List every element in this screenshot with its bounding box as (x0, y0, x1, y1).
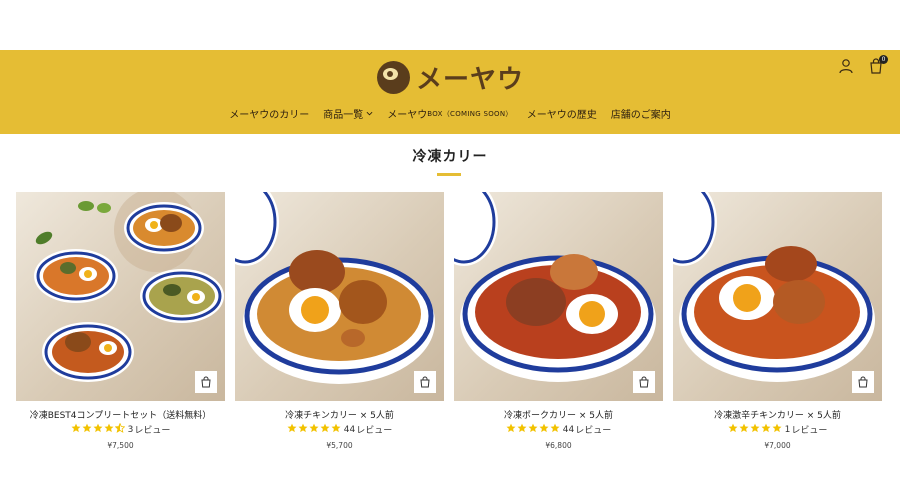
product-card[interactable]: 冷凍チキンカリー × 5人前 44 レビュー ¥5,700 (235, 192, 444, 450)
nav-item-label: 商品一覧 (323, 110, 364, 121)
main-nav: メーヤウのカリー 商品一覧 メーヤウ BOX（COMING SOON） メーヤウの… (0, 106, 900, 122)
product-price: ¥7,500 (107, 441, 134, 450)
product-name[interactable]: 冷凍激辛チキンカリー × 5人前 (673, 408, 882, 421)
star-icon (309, 423, 319, 436)
cart-count-badge: 0 (879, 55, 888, 64)
quick-add-button[interactable] (195, 371, 217, 393)
add-to-cart-icon (420, 376, 430, 388)
add-to-cart-icon (858, 376, 868, 388)
product-price: ¥7,000 (764, 441, 791, 450)
review-count: 3 (127, 424, 134, 435)
review-count: 44 (562, 424, 575, 435)
nav-item-label: メーヤウの歴史 (526, 110, 597, 121)
star-icon (298, 423, 308, 436)
star-icon (331, 423, 341, 436)
star-icon (750, 423, 760, 436)
star-icon (528, 423, 538, 436)
product-rating: 44 レビュー (454, 423, 663, 436)
cart-icon[interactable]: 0 (868, 55, 888, 74)
nav-item-label: メーヤウのカリー (229, 110, 310, 121)
star-icon (320, 423, 330, 436)
product-rating: 44 レビュー (235, 423, 444, 436)
review-count: 44 (343, 424, 356, 435)
product-rating: 1 レビュー (673, 423, 882, 436)
add-to-cart-icon (201, 376, 211, 388)
site-header: メーヤウ 0 メーヤウのカリー 商品一覧 メーヤウ BOX（COMING SOO… (0, 50, 900, 134)
product-card[interactable]: 冷凍激辛チキンカリー × 5人前 1 レビュー ¥7,000 (673, 192, 882, 450)
product-name[interactable]: 冷凍チキンカリー × 5人前 (235, 408, 444, 421)
nav-item-history[interactable]: メーヤウの歴史 (527, 106, 597, 121)
star-icon (728, 423, 738, 436)
star-icon (739, 423, 749, 436)
product-image[interactable] (673, 192, 882, 401)
review-label: レビュー (356, 426, 393, 436)
review-label: レビュー (791, 426, 828, 436)
star-icon (539, 423, 549, 436)
star-icon (517, 423, 527, 436)
star-icon (71, 423, 81, 436)
nav-item-label: メーヤウ (387, 110, 428, 121)
brand-name: メーヤウ (416, 64, 525, 95)
nav-item-curry[interactable]: メーヤウのカリー (229, 106, 309, 121)
star-icon (761, 423, 771, 436)
nav-item-sublabel: BOX（COMING SOON） (427, 109, 513, 118)
star-icon (104, 423, 114, 436)
chevron-down-icon (366, 111, 373, 116)
logo-mark-icon (377, 60, 410, 94)
product-rating: 3 レビュー (16, 422, 225, 436)
title-underline (437, 173, 461, 176)
product-image[interactable] (454, 192, 663, 401)
star-icon (550, 423, 560, 436)
star-half-icon (114, 422, 126, 436)
header-icons: 0 (838, 55, 888, 74)
product-card[interactable]: 冷凍ポークカリー × 5人前 44 レビュー ¥6,800 (454, 192, 663, 450)
review-label: レビュー (575, 426, 612, 436)
product-image[interactable] (235, 192, 444, 401)
star-icon (772, 423, 782, 436)
product-price: ¥6,800 (545, 441, 572, 450)
section-title: 冷凍カリー (412, 149, 488, 165)
product-name[interactable]: 冷凍ポークカリー × 5人前 (454, 408, 663, 421)
product-card[interactable]: 冷凍BEST4コンプリートセット（送料無料） 3 レビュー ¥7,500 (16, 192, 225, 450)
star-icon (506, 423, 516, 436)
quick-add-button[interactable] (633, 371, 655, 393)
brand-logo[interactable]: メーヤウ (377, 59, 524, 95)
nav-item-stores[interactable]: 店舗のご案内 (611, 106, 671, 121)
product-grid: 冷凍BEST4コンプリートセット（送料無料） 3 レビュー ¥7,500 冷凍チ… (16, 192, 882, 450)
nav-item-label: 店舗のご案内 (610, 110, 671, 121)
review-label: レビュー (134, 426, 171, 436)
add-to-cart-icon (639, 376, 649, 388)
quick-add-button[interactable] (852, 371, 874, 393)
quick-add-button[interactable] (414, 371, 436, 393)
product-price: ¥5,700 (326, 441, 353, 450)
star-icon (82, 423, 92, 436)
nav-item-box[interactable]: メーヤウ BOX（COMING SOON） (387, 106, 513, 122)
product-image[interactable] (16, 192, 225, 401)
account-icon[interactable] (838, 58, 854, 74)
star-icon (287, 423, 297, 436)
nav-item-products[interactable]: 商品一覧 (323, 106, 373, 121)
product-name[interactable]: 冷凍BEST4コンプリートセット（送料無料） (16, 408, 225, 421)
star-icon (93, 423, 103, 436)
review-count: 1 (784, 424, 791, 435)
